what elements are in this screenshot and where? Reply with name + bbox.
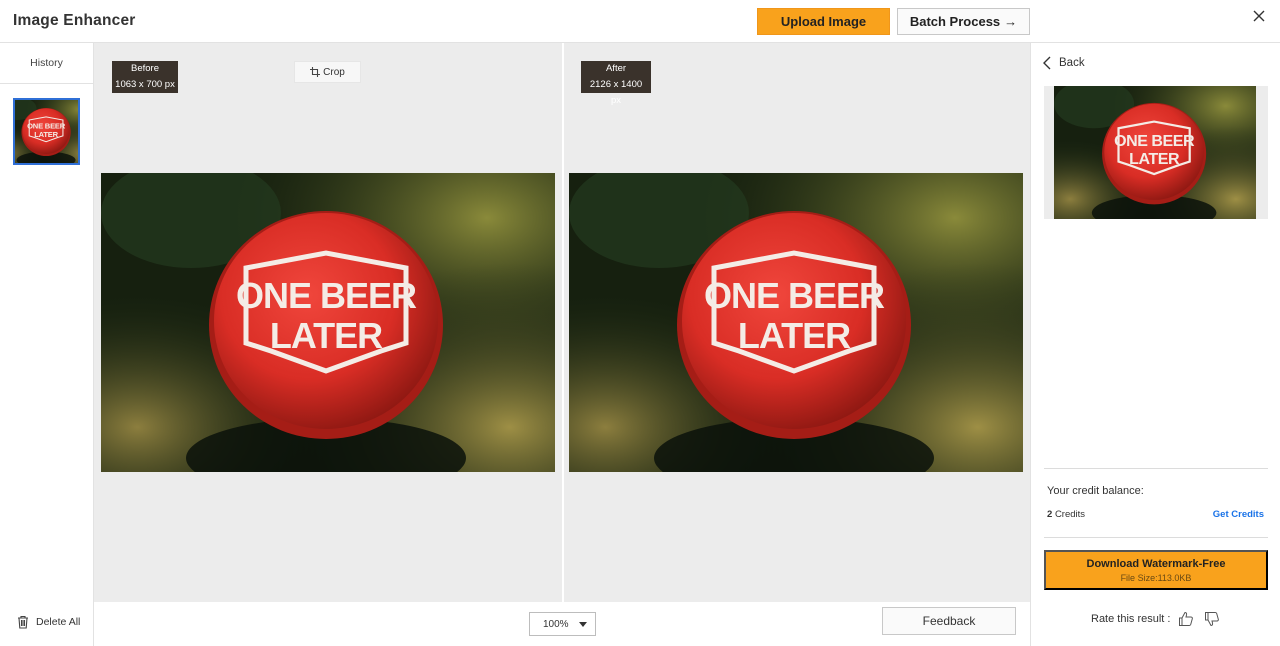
after-image <box>569 173 1023 472</box>
feedback-label: Feedback <box>922 614 976 628</box>
after-label: After <box>605 63 627 74</box>
after-size: 2126 x 1400 px <box>589 79 643 106</box>
crop-button[interactable]: Crop <box>294 61 361 83</box>
result-preview-image <box>1054 86 1256 219</box>
trash-icon <box>18 615 28 629</box>
rate-result: Rate this result : <box>1091 609 1222 629</box>
before-badge: Before 1063 x 700 px <box>112 61 178 93</box>
get-credits-link[interactable]: Get Credits <box>1213 509 1264 520</box>
credit-count: 2 Credits <box>1047 509 1085 520</box>
chevron-left-icon <box>1043 56 1051 70</box>
compare-viewer: Before 1063 x 700 px Crop After 2126 x 1… <box>94 43 1030 602</box>
back-label: Back <box>1059 57 1085 69</box>
history-sidebar: History Delete All <box>0 43 94 646</box>
download-label: Download Watermark-Free <box>1086 557 1226 570</box>
before-size: 1063 x 700 px <box>115 79 175 90</box>
credit-count-value: 2 <box>1047 509 1053 520</box>
divider <box>1044 537 1268 538</box>
after-badge: After 2126 x 1400 px <box>581 61 651 106</box>
download-watermark-free-button[interactable]: Download Watermark-Free File Size:113.0K… <box>1044 550 1268 590</box>
app-title: Image Enhancer <box>13 12 136 29</box>
thumbs-up-icon <box>1179 611 1194 626</box>
chevron-down-icon <box>579 622 587 627</box>
zoom-value: 100% <box>543 618 569 630</box>
divider <box>1044 468 1268 469</box>
credit-balance-title: Your credit balance: <box>1047 485 1144 497</box>
credit-count-unit: Credits <box>1054 509 1086 520</box>
zoom-select[interactable]: 100% <box>529 612 596 636</box>
upload-image-button[interactable]: Upload Image <box>757 8 890 35</box>
file-size: File Size:113.0KB <box>1120 572 1192 583</box>
batch-process-label: Batch Process <box>909 14 1001 29</box>
compare-divider[interactable] <box>562 43 564 602</box>
close-button[interactable] <box>1249 6 1269 26</box>
before-image <box>101 173 555 472</box>
result-panel: Back Your credit balance: 2 Credits Get … <box>1030 43 1280 646</box>
feedback-button[interactable]: Feedback <box>882 607 1016 635</box>
bottom-toolbar: 100% Feedback <box>94 602 1030 646</box>
thumbs-up-button[interactable] <box>1176 609 1196 629</box>
close-icon <box>1253 10 1265 22</box>
result-preview <box>1044 86 1268 219</box>
delete-all-label: Delete All <box>36 616 81 628</box>
crop-label: Crop <box>323 66 345 78</box>
history-title: History <box>0 43 93 84</box>
batch-process-button[interactable]: Batch Process → <box>897 8 1030 35</box>
back-button[interactable]: Back <box>1043 56 1085 70</box>
history-item-thumbnail[interactable] <box>13 98 80 165</box>
arrow-right-icon: → <box>1004 14 1018 29</box>
crop-icon <box>310 67 321 77</box>
upload-image-label: Upload Image <box>780 14 867 29</box>
rate-label: Rate this result : <box>1091 613 1171 625</box>
thumbs-down-icon <box>1205 612 1220 627</box>
thumbs-down-button[interactable] <box>1202 609 1222 629</box>
before-label: Before <box>131 63 159 74</box>
top-bar: Image Enhancer Upload Image Batch Proces… <box>0 0 1280 43</box>
history-thumbnail-image <box>15 100 78 163</box>
delete-all-button[interactable]: Delete All <box>16 615 80 629</box>
